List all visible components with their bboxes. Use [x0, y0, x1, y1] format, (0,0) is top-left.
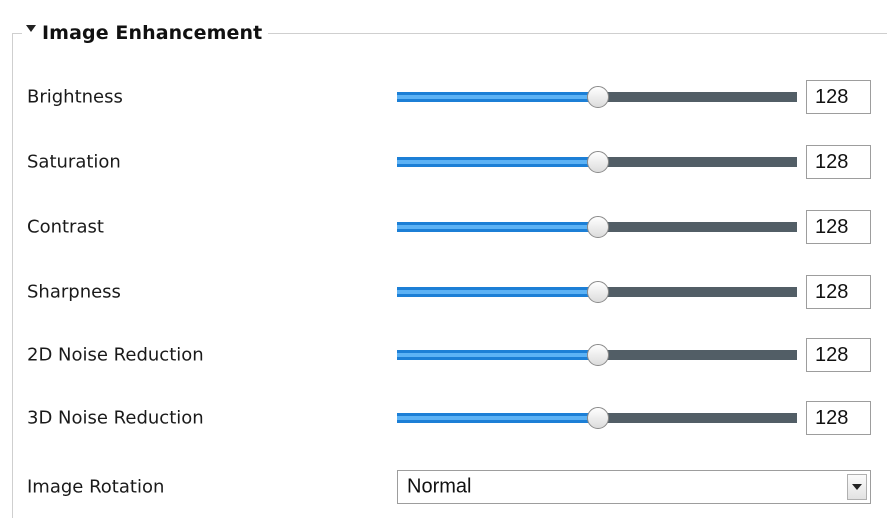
2d-noise-reduction-label: 2D Noise Reduction — [27, 344, 204, 366]
saturation-slider[interactable] — [397, 151, 797, 173]
sharpness-slider[interactable] — [397, 281, 797, 303]
setting-row-saturation: Saturation — [0, 142, 887, 182]
2d-noise-reduction-value-input[interactable] — [806, 338, 871, 372]
saturation-value-input[interactable] — [806, 145, 871, 179]
3d-noise-reduction-value-input[interactable] — [806, 401, 871, 435]
slider-thumb[interactable] — [587, 407, 609, 429]
slider-thumb[interactable] — [587, 281, 609, 303]
setting-row-sharpness: Sharpness — [0, 272, 887, 312]
image-rotation-selected-value: Normal — [407, 475, 472, 498]
dropdown-button[interactable] — [847, 474, 867, 500]
slider-thumb[interactable] — [587, 151, 609, 173]
slider-fill — [397, 413, 598, 423]
sharpness-value-input[interactable] — [806, 275, 871, 309]
3d-noise-reduction-label: 3D Noise Reduction — [27, 407, 204, 429]
contrast-label: Contrast — [27, 216, 104, 238]
3d-noise-reduction-slider[interactable] — [397, 407, 797, 429]
sharpness-label: Sharpness — [27, 281, 121, 303]
slider-thumb[interactable] — [587, 216, 609, 238]
image-rotation-select[interactable]: Normal — [397, 470, 871, 504]
setting-row-contrast: Contrast — [0, 207, 887, 247]
setting-row-brightness: Brightness — [0, 77, 887, 117]
brightness-label: Brightness — [27, 86, 123, 108]
saturation-label: Saturation — [27, 151, 121, 173]
slider-fill — [397, 350, 598, 360]
slider-thumb[interactable] — [587, 86, 609, 108]
image-rotation-label: Image Rotation — [27, 476, 165, 498]
image-enhancement-panel: Image Enhancement Brightness Saturation … — [0, 0, 887, 518]
slider-fill — [397, 157, 598, 167]
slider-fill — [397, 92, 598, 102]
section-header-toggle[interactable]: Image Enhancement — [22, 20, 269, 46]
setting-row-2d-noise-reduction: 2D Noise Reduction — [0, 335, 887, 375]
2d-noise-reduction-slider[interactable] — [397, 344, 797, 366]
brightness-slider[interactable] — [397, 86, 797, 108]
slider-fill — [397, 287, 598, 297]
slider-thumb[interactable] — [587, 344, 609, 366]
section-title: Image Enhancement — [42, 22, 263, 44]
contrast-slider[interactable] — [397, 216, 797, 238]
slider-fill — [397, 222, 598, 232]
chevron-down-icon — [852, 484, 862, 490]
contrast-value-input[interactable] — [806, 210, 871, 244]
brightness-value-input[interactable] — [806, 80, 871, 114]
setting-row-3d-noise-reduction: 3D Noise Reduction — [0, 398, 887, 438]
triangle-down-icon[interactable] — [26, 24, 36, 32]
setting-row-image-rotation: Image Rotation Normal — [0, 467, 887, 507]
